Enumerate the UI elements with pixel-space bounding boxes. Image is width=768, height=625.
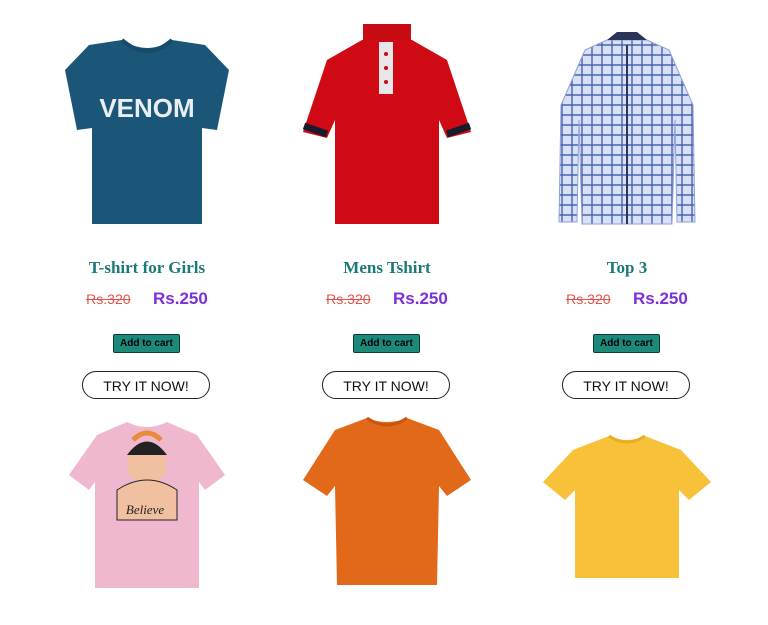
original-price: Rs.320 — [566, 291, 611, 307]
product-title: Mens Tshirt — [343, 258, 431, 277]
original-price: Rs.320 — [326, 291, 371, 307]
price-row: Rs.320 Rs.250 — [27, 289, 267, 309]
product-card: VENOM T-shirt for Girls Rs.320 Rs.250 Ad… — [27, 0, 267, 410]
try-it-now-button[interactable]: TRY IT NOW! — [82, 371, 210, 399]
product-grid: VENOM T-shirt for Girls Rs.320 Rs.250 Ad… — [0, 0, 768, 625]
try-it-now-button[interactable]: TRY IT NOW! — [562, 371, 690, 399]
price-row: Rs.320 Rs.250 — [267, 289, 507, 309]
product-title: Top 3 — [606, 258, 648, 277]
try-it-now-button[interactable]: TRY IT NOW! — [322, 371, 450, 399]
original-price: Rs.320 — [86, 291, 131, 307]
product-image[interactable] — [267, 410, 507, 595]
svg-text:VENOM: VENOM — [99, 93, 194, 123]
price-row: Rs.320 Rs.250 — [507, 289, 747, 309]
product-card: Top 3 Rs.320 Rs.250 Add to cart TRY IT N… — [507, 0, 747, 410]
svg-text:Believe: Believe — [126, 502, 164, 517]
product-image[interactable]: Believe — [27, 410, 267, 595]
add-to-cart-button[interactable]: Add to cart — [593, 334, 660, 353]
add-to-cart-button[interactable]: Add to cart — [113, 334, 180, 353]
sale-price: Rs.250 — [392, 289, 448, 308]
sale-price: Rs.250 — [152, 289, 208, 308]
sale-price: Rs.250 — [632, 289, 688, 308]
add-to-cart-button[interactable]: Add to cart — [353, 334, 420, 353]
product-image[interactable] — [507, 0, 747, 225]
product-image[interactable]: VENOM — [27, 0, 267, 224]
product-image[interactable] — [267, 0, 507, 224]
product-card: Mens Tshirt Rs.320 Rs.250 Add to cart TR… — [267, 0, 507, 410]
product-image[interactable] — [507, 410, 747, 595]
product-title: T-shirt for Girls — [88, 258, 206, 277]
